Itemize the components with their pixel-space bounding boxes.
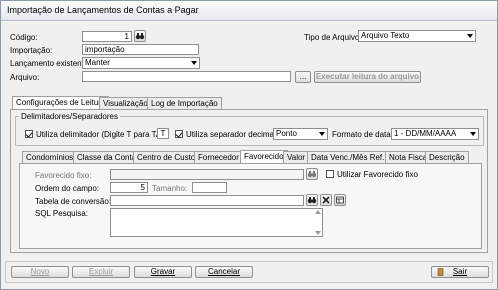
favorecido-fixo-label: Favorecido fixo: xyxy=(35,171,92,180)
formato-data-select[interactable]: 1 - DD/MM/AAAA xyxy=(391,128,479,140)
formato-data-label: Formato de data: xyxy=(332,130,393,139)
separador-select[interactable]: Ponto xyxy=(273,128,328,140)
ordem-campo-label: Ordem do campo: xyxy=(35,184,100,193)
binoculars-icon xyxy=(135,33,145,40)
window-title: Importação de Lançamentos de Contas a Pa… xyxy=(7,5,199,15)
table-icon xyxy=(336,196,344,204)
sair-label: Sair xyxy=(452,267,468,276)
ordem-campo-input[interactable]: 5 xyxy=(110,182,148,193)
separador-value: Ponto xyxy=(276,129,297,138)
scroll-down-icon[interactable] xyxy=(315,231,321,235)
tipo-arquivo-label: Tipo de Arquivo: xyxy=(304,33,362,42)
formato-data-value: 1 - DD/MM/AAAA xyxy=(394,129,457,138)
tipo-arquivo-select[interactable]: Arquivo Texto xyxy=(358,30,476,42)
tab-log-importacao[interactable]: Log de Importação xyxy=(147,97,222,109)
utiliza-separador-label: Utiliza separador decimal xyxy=(186,130,276,139)
tabela-conversao-label: Tabela de conversão: xyxy=(35,197,112,206)
lancamento-label: Lançamento existente: xyxy=(10,59,91,68)
novo-button[interactable]: Novo xyxy=(11,266,69,278)
binoculars-icon xyxy=(307,197,317,204)
arquivo-input[interactable] xyxy=(82,71,291,82)
executar-leitura-button[interactable]: Executar leitura do arquivo xyxy=(314,71,421,83)
favorecido-search-button[interactable] xyxy=(306,168,318,180)
browse-button[interactable]: ... xyxy=(295,71,311,83)
x-icon xyxy=(322,196,330,204)
delimitador-input[interactable]: T xyxy=(157,128,169,139)
sql-pesquisa-label: SQL Pesquisa: xyxy=(35,209,89,218)
arquivo-label: Arquivo: xyxy=(10,73,40,82)
importacao-label: Importação: xyxy=(10,46,53,55)
gravar-label: Gravar xyxy=(150,267,176,276)
tab-configuracoes[interactable]: Configurações de Leitura xyxy=(12,96,110,109)
utilizar-favorecido-fixo-checkbox[interactable] xyxy=(326,170,334,178)
favorecido-fixo-input[interactable] xyxy=(110,169,304,180)
tab-fornecedor[interactable]: Fornecedor xyxy=(194,151,243,163)
configuracoes-panel: Delimitadores/Separadores Utiliza delimi… xyxy=(10,109,488,253)
title-bar: Importação de Lançamentos de Contas a Pa… xyxy=(1,1,497,21)
chevron-down-icon xyxy=(470,132,476,136)
utilizar-favorecido-fixo-label: Utilizar Favorecido fixo xyxy=(337,170,418,179)
codigo-input[interactable]: 1 xyxy=(82,31,132,42)
exit-door-icon xyxy=(437,268,444,276)
tab-descricao[interactable]: Descrição xyxy=(425,151,469,163)
tab-favorecido[interactable]: Favorecido xyxy=(240,150,288,163)
tab-classe-conta[interactable]: Classe da Conta xyxy=(73,151,141,163)
excluir-label: Excluir xyxy=(88,267,113,276)
tab-data-venc[interactable]: Data Venc./Mês Ref. xyxy=(307,151,389,163)
tab-visualizacao[interactable]: Visualização xyxy=(99,97,152,109)
tabela-edit-button[interactable] xyxy=(334,194,346,206)
scroll-up-icon[interactable] xyxy=(315,210,321,214)
main-window: Importação de Lançamentos de Contas a Pa… xyxy=(0,0,498,290)
lancamento-select[interactable]: Manter xyxy=(82,57,200,69)
cancelar-button[interactable]: Cancelar xyxy=(195,266,253,278)
chevron-down-icon xyxy=(191,61,197,65)
delimitadores-group-label: Delimitadores/Separadores xyxy=(19,112,120,121)
sql-pesquisa-textarea[interactable] xyxy=(110,208,323,237)
tabela-clear-button[interactable] xyxy=(320,194,332,206)
utiliza-separador-checkbox[interactable] xyxy=(175,130,183,138)
codigo-label: Código: xyxy=(10,33,38,42)
tabela-search-button[interactable] xyxy=(306,194,318,206)
tab-centro-custos[interactable]: Centro de Custos xyxy=(133,151,204,163)
binoculars-icon xyxy=(307,171,317,178)
importacao-input[interactable]: importação xyxy=(82,44,199,55)
excluir-button[interactable]: Excluir xyxy=(72,266,130,278)
chevron-down-icon xyxy=(467,34,473,38)
tab-valor[interactable]: Valor xyxy=(283,151,310,163)
lancamento-value: Manter xyxy=(85,58,110,67)
utiliza-delimitador-checkbox[interactable] xyxy=(25,130,33,138)
cancelar-label: Cancelar xyxy=(207,267,240,276)
sair-button[interactable]: Sair xyxy=(431,266,489,278)
utiliza-delimitador-label: Utiliza delimitador (Digite T para TAB) xyxy=(36,130,170,139)
codigo-search-button[interactable] xyxy=(134,30,146,42)
tabela-conversao-input[interactable] xyxy=(110,195,304,206)
gravar-button[interactable]: Gravar xyxy=(134,266,192,278)
chevron-down-icon xyxy=(319,132,325,136)
tamanho-input[interactable] xyxy=(192,182,227,193)
tamanho-label: Tamanho: xyxy=(152,184,188,193)
novo-label: Novo xyxy=(30,267,50,276)
tab-condominios[interactable]: Condomínios xyxy=(22,151,78,163)
favorecido-panel: Favorecido fixo: Utilizar Favorecido fix… xyxy=(19,163,482,249)
tipo-arquivo-value: Arquivo Texto xyxy=(361,31,410,40)
